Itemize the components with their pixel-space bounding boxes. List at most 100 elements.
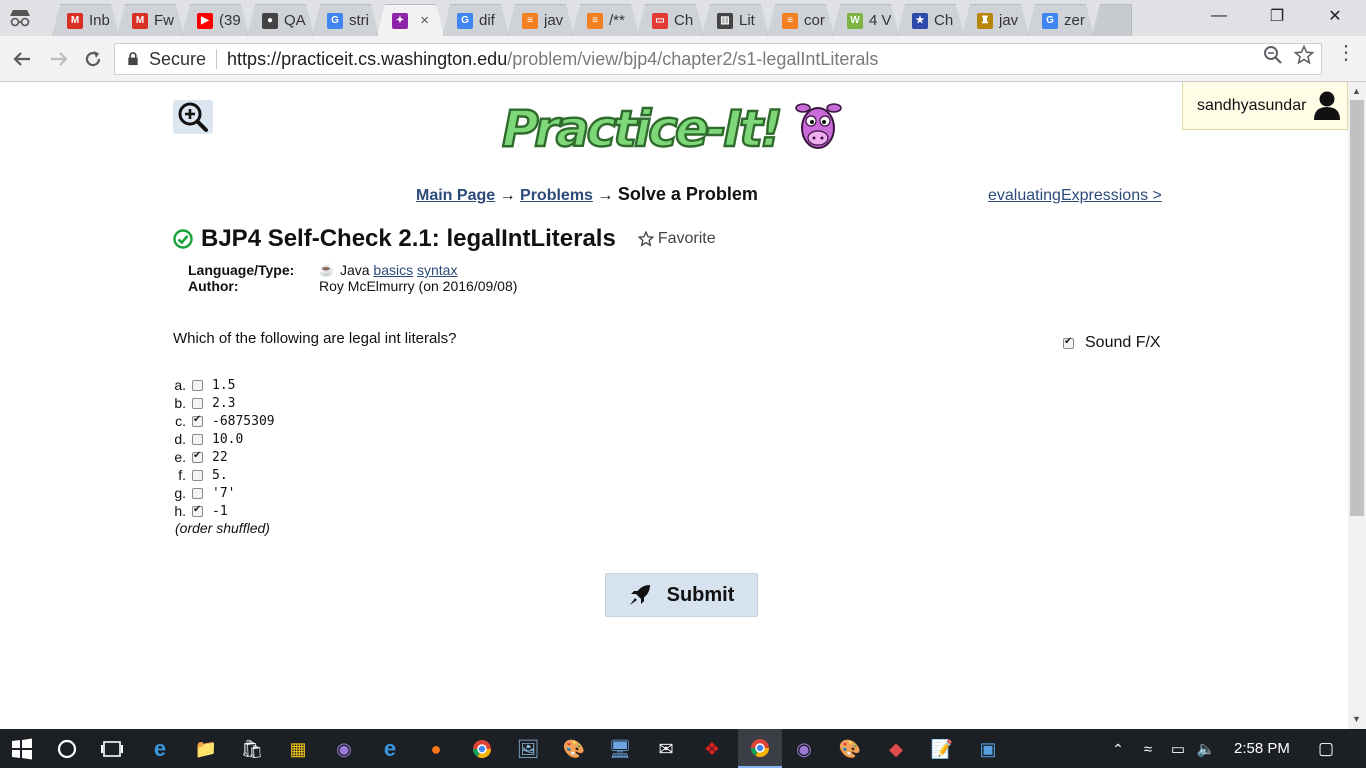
scroll-down-arrow-icon[interactable]: ▼	[1352, 714, 1361, 724]
browser-tab[interactable]: ✦ ×	[377, 4, 444, 36]
stackoverflow-icon: ≡	[782, 12, 798, 29]
network-app-icon[interactable]: 🖥	[608, 737, 632, 761]
choice-checkbox[interactable]	[192, 433, 203, 445]
task-view-icon[interactable]	[100, 737, 124, 761]
choice-letter: a.	[174, 377, 186, 393]
close-tab-icon[interactable]: ×	[420, 12, 429, 29]
new-tab-button[interactable]	[1092, 4, 1132, 36]
submit-button[interactable]: Submit	[605, 573, 758, 617]
browser-tab[interactable]: ≡ /**	[572, 4, 639, 36]
chrome-logo-icon	[473, 740, 491, 759]
browser-tab[interactable]: Gdif	[442, 4, 509, 36]
breadcrumb-problems-link[interactable]: Problems	[520, 187, 593, 204]
favorite-button[interactable]: Favorite	[637, 230, 716, 248]
next-problem-link[interactable]: evaluatingExpressions >	[988, 187, 1162, 205]
library-icon: ▥	[717, 12, 733, 29]
choice-checkbox[interactable]	[192, 397, 203, 409]
lock-icon	[128, 52, 138, 66]
tag-syntax-link[interactable]: syntax	[417, 262, 457, 278]
scroll-up-arrow-icon[interactable]: ▲	[1352, 86, 1361, 96]
restore-button[interactable]: ❐	[1248, 0, 1306, 32]
sound-fx-checkbox[interactable]	[1063, 336, 1074, 349]
browser-tab[interactable]: ▶ (39	[182, 4, 249, 36]
browser-tab[interactable]: ★ Ch	[897, 4, 964, 36]
tag-basics-link[interactable]: basics	[373, 262, 413, 278]
breadcrumb-main-page-link[interactable]: Main Page	[416, 187, 495, 204]
choice-item: a. 1.5	[172, 376, 275, 394]
browser-toolbar: Secure https://practiceit.cs.washington.…	[0, 36, 1366, 82]
page-scrollbar[interactable]: ▲ ▼	[1348, 82, 1366, 729]
store-icon[interactable]: 🛍	[240, 737, 264, 761]
grid-app-icon[interactable]: ▦	[286, 737, 310, 761]
internet-explorer-icon[interactable]: e	[378, 736, 402, 761]
windows-start-icon[interactable]	[10, 737, 34, 761]
choice-checkbox[interactable]	[192, 450, 203, 463]
browser-tab[interactable]: M Inb	[52, 4, 119, 36]
choice-letter: f.	[178, 467, 186, 483]
forward-button[interactable]	[46, 46, 72, 72]
taskbar-clock[interactable]: 2:58 PM	[1234, 740, 1290, 757]
zoom-magnifier-icon[interactable]	[1263, 45, 1283, 65]
reload-button[interactable]	[80, 46, 106, 72]
photos-icon[interactable]: 🖼	[516, 737, 540, 761]
acrobat-icon[interactable]: ❖	[700, 737, 724, 761]
cortana-search-icon[interactable]	[55, 737, 79, 761]
browser-tab[interactable]: Gzer	[1027, 4, 1094, 36]
browser-tab[interactable]: ● QA	[247, 4, 314, 36]
browser-tab[interactable]: ≡ cor	[767, 4, 834, 36]
eclipse-second-icon[interactable]: ◉	[792, 737, 816, 761]
file-explorer-icon[interactable]: 📁	[194, 737, 218, 761]
browser-tab[interactable]: ▥ Lit	[702, 4, 769, 36]
browser-tab[interactable]: Gstri	[312, 4, 379, 36]
sound-fx-label: Sound F/X	[1085, 334, 1161, 351]
sound-fx-toggle[interactable]: Sound F/X	[1063, 334, 1161, 352]
choice-item: c. -6875309	[172, 412, 275, 430]
browser-menu-button[interactable]: ⋮	[1336, 43, 1356, 63]
browser-tab[interactable]: W 4 V	[832, 4, 899, 36]
order-shuffled-note: (order shuffled)	[175, 520, 270, 536]
scrollbar-thumb[interactable]	[1350, 100, 1364, 516]
back-button[interactable]	[9, 46, 35, 72]
wifi-icon[interactable]: ≈	[1136, 737, 1160, 761]
windows-taskbar: e 📁 🛍 ▦ ◉ e ● 🖼 🎨 🖥 ✉ ❖ ◉ 🎨 ◆ 📝 ▣ ⌃ ≈ ▭ …	[0, 729, 1366, 768]
browser-tab[interactable]: M Fw	[117, 4, 184, 36]
user-menu[interactable]: sandhyasundar	[1182, 82, 1348, 130]
browser-tab[interactable]: ≡ jav	[507, 4, 574, 36]
paint-app-icon[interactable]: 🎨	[562, 737, 586, 761]
language-label: Language/Type:	[188, 262, 295, 278]
notepad-icon[interactable]: 📝	[930, 737, 954, 761]
tab-title: jav	[544, 12, 564, 29]
mail-icon[interactable]: ✉	[654, 737, 678, 761]
paint-palette-icon[interactable]: 🎨	[838, 737, 862, 761]
star-outline-icon	[637, 231, 654, 247]
choice-item: h. -1	[172, 502, 275, 520]
browser-tab[interactable]: ▭ Ch	[637, 4, 704, 36]
star-icon: ★	[912, 12, 928, 29]
choice-checkbox[interactable]	[192, 469, 203, 481]
edge-icon[interactable]: e	[148, 736, 172, 761]
choice-checkbox[interactable]	[192, 504, 203, 517]
browser-tab[interactable]: ♜ jav	[962, 4, 1029, 36]
volume-icon[interactable]: 🔈	[1194, 737, 1218, 761]
git-app-icon[interactable]: ◆	[884, 737, 908, 761]
google-icon: G	[1042, 12, 1058, 29]
control-panel-icon[interactable]: ▣	[976, 737, 1000, 761]
stackoverflow-icon: ≡	[587, 12, 603, 29]
problem-meta: Language/Type: ☕ Java basics syntax Auth…	[188, 262, 517, 294]
notifications-icon[interactable]: ▢	[1314, 737, 1338, 761]
tab-list: M Inb M Fw ▶ (39 ● QA Gstri ✦ × Gdif ≡ jav ≡/** ▭ Ch ▥ Lit…	[52, 4, 1132, 36]
zoom-button[interactable]	[173, 100, 213, 134]
tray-expand-icon[interactable]: ⌃	[1106, 737, 1130, 761]
choice-checkbox[interactable]	[192, 379, 203, 391]
eclipse-icon[interactable]: ◉	[332, 737, 356, 761]
firefox-icon[interactable]: ●	[424, 737, 448, 761]
close-window-button[interactable]: ✕	[1306, 0, 1364, 32]
choice-checkbox[interactable]	[192, 414, 203, 427]
battery-icon[interactable]: ▭	[1166, 737, 1190, 761]
bookmark-star-icon[interactable]	[1294, 45, 1314, 65]
minimize-button[interactable]: —	[1190, 0, 1248, 32]
choice-checkbox[interactable]	[192, 487, 203, 499]
chrome-active-taskbar-button[interactable]	[738, 729, 782, 768]
chrome-icon[interactable]	[470, 737, 494, 761]
address-bar[interactable]: Secure https://practiceit.cs.washington.…	[114, 43, 1322, 75]
